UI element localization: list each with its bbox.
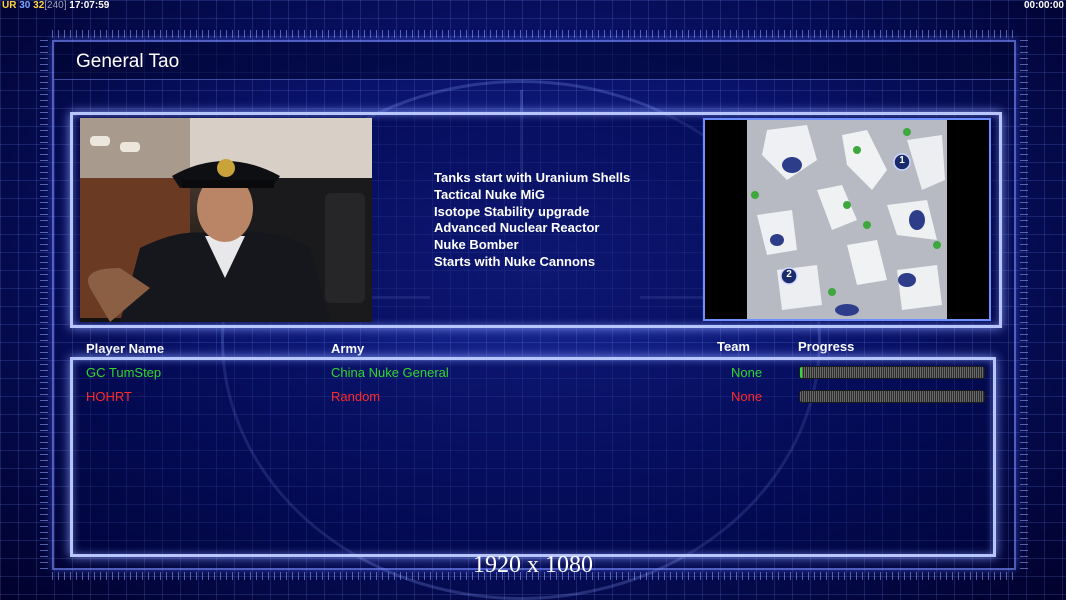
hud-stats: UR 30 32[240] 17:07:59 — [2, 0, 109, 11]
hud-clock: 17:07:59 — [69, 0, 110, 11]
page-title: General Tao — [76, 51, 180, 72]
hud-timer: 00:00:00 — [1023, 0, 1064, 11]
player-progress-bar — [799, 390, 985, 403]
bonus-item: Starts with Nuke Cannons — [434, 253, 596, 269]
frame-ticks — [52, 30, 1016, 38]
title-bar — [54, 42, 1014, 80]
player-army: Random — [331, 389, 381, 404]
frame-ticks — [1020, 40, 1028, 570]
header-army: Army — [331, 341, 365, 356]
hud-value-30: 30 — [19, 0, 31, 11]
bonus-item: Tactical Nuke MiG — [434, 186, 546, 202]
header-progress: Progress — [798, 339, 855, 354]
portrait-image — [80, 118, 372, 322]
hud-value-32: 32 — [33, 0, 45, 11]
bonus-item: Advanced Nuclear Reactor — [434, 220, 600, 236]
general-bonuses-list: Tanks start with Uranium Shells Tactical… — [434, 170, 630, 271]
player-team: None — [731, 389, 763, 404]
player-army: China Nuke General — [331, 365, 449, 380]
bonus-item: Tanks start with Uranium Shells — [434, 170, 631, 185]
header-team: Team — [717, 339, 750, 354]
player-progress-fill — [800, 367, 802, 378]
player-name: HOHRT — [86, 389, 132, 404]
bonus-item: Isotope Stability upgrade — [434, 203, 590, 219]
minimap-start-1-label: 1 — [899, 155, 905, 166]
general-portrait — [80, 118, 372, 322]
player-list-panel — [70, 357, 996, 557]
player-name: GC TumStep — [86, 365, 162, 380]
frame-ticks — [40, 40, 48, 570]
resolution-label: 1920 x 1080 — [473, 552, 593, 578]
bonus-item: Nuke Bomber — [434, 237, 519, 253]
player-team: None — [731, 365, 763, 380]
hud-value-240: [240] — [44, 0, 67, 11]
hud-ur-label: UR — [2, 0, 17, 11]
header-player-name: Player Name — [86, 341, 165, 356]
player-progress-bar — [799, 366, 985, 379]
minimap: 1 2 — [747, 120, 947, 319]
minimap-terrain — [747, 120, 947, 319]
minimap-start-2-label: 2 — [786, 269, 792, 280]
